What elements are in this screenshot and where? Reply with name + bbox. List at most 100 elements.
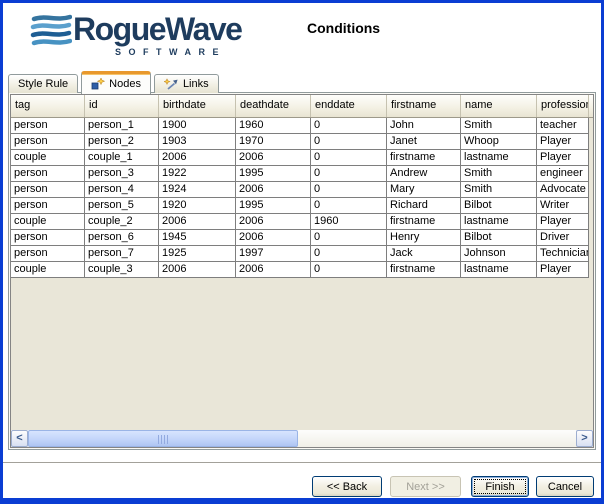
- table-cell[interactable]: person_7: [85, 246, 159, 262]
- table-cell[interactable]: firstname: [387, 214, 461, 230]
- table-cell[interactable]: 2006: [159, 150, 236, 166]
- table-cell[interactable]: 2006: [236, 230, 311, 246]
- table-cell[interactable]: Advocate: [537, 182, 589, 198]
- table-cell[interactable]: teacher: [537, 118, 589, 134]
- table-cell[interactable]: lastname: [461, 262, 537, 278]
- table-cell[interactable]: 2006: [236, 182, 311, 198]
- table-cell[interactable]: 0: [311, 166, 387, 182]
- column-header-id[interactable]: id: [85, 95, 159, 117]
- table-cell[interactable]: firstname: [387, 150, 461, 166]
- back-button[interactable]: << Back: [312, 476, 382, 497]
- table-cell[interactable]: Richard: [387, 198, 461, 214]
- table-cell[interactable]: 2006: [159, 262, 236, 278]
- table-cell[interactable]: person: [11, 230, 85, 246]
- table-cell[interactable]: Technician: [537, 246, 589, 262]
- table-cell[interactable]: Mary: [387, 182, 461, 198]
- table-row[interactable]: couplecouple_3200620060firstnamelastname…: [11, 262, 589, 278]
- column-header-enddate[interactable]: enddate: [311, 95, 387, 117]
- table-cell[interactable]: person_1: [85, 118, 159, 134]
- table-cell[interactable]: 1960: [236, 118, 311, 134]
- table-cell[interactable]: Driver: [537, 230, 589, 246]
- table-row[interactable]: personperson_2190319700JanetWhoopPlayer: [11, 134, 589, 150]
- table-cell[interactable]: 0: [311, 230, 387, 246]
- table-cell[interactable]: 2006: [236, 262, 311, 278]
- table-cell[interactable]: 0: [311, 262, 387, 278]
- table-cell[interactable]: 2006: [236, 150, 311, 166]
- table-cell[interactable]: 2006: [159, 214, 236, 230]
- column-header-profession[interactable]: profession: [537, 95, 589, 117]
- table-cell[interactable]: 0: [311, 198, 387, 214]
- table-cell[interactable]: Johnson: [461, 246, 537, 262]
- table-row[interactable]: personperson_7192519970JackJohnsonTechni…: [11, 246, 589, 262]
- table-cell[interactable]: person_6: [85, 230, 159, 246]
- horizontal-scrollbar[interactable]: < >: [11, 430, 593, 447]
- tab-style-rule[interactable]: Style Rule: [8, 74, 78, 93]
- table-cell[interactable]: lastname: [461, 214, 537, 230]
- table-cell[interactable]: 1924: [159, 182, 236, 198]
- table-cell[interactable]: Henry: [387, 230, 461, 246]
- column-header-tag[interactable]: tag: [11, 95, 85, 117]
- table-cell[interactable]: person: [11, 166, 85, 182]
- table-cell[interactable]: 1970: [236, 134, 311, 150]
- table-cell[interactable]: Player: [537, 150, 589, 166]
- table-cell[interactable]: engineer: [537, 166, 589, 182]
- table-cell[interactable]: 1903: [159, 134, 236, 150]
- table-cell[interactable]: person: [11, 198, 85, 214]
- table-cell[interactable]: couple: [11, 262, 85, 278]
- cancel-button[interactable]: Cancel: [536, 476, 594, 497]
- scroll-right-button[interactable]: >: [576, 430, 593, 447]
- tab-nodes[interactable]: Nodes: [81, 71, 151, 94]
- table-cell[interactable]: Writer: [537, 198, 589, 214]
- table-cell[interactable]: 1922: [159, 166, 236, 182]
- table-cell[interactable]: couple_3: [85, 262, 159, 278]
- table-cell[interactable]: 1900: [159, 118, 236, 134]
- table-cell[interactable]: person_2: [85, 134, 159, 150]
- table-cell[interactable]: 0: [311, 246, 387, 262]
- table-cell[interactable]: 1945: [159, 230, 236, 246]
- table-row[interactable]: personperson_4192420060MarySmithAdvocate: [11, 182, 589, 198]
- table-cell[interactable]: Smith: [461, 166, 537, 182]
- table-cell[interactable]: 1960: [311, 214, 387, 230]
- table-cell[interactable]: person: [11, 246, 85, 262]
- table-cell[interactable]: Whoop: [461, 134, 537, 150]
- table-row[interactable]: couplecouple_1200620060firstnamelastname…: [11, 150, 589, 166]
- table-cell[interactable]: person: [11, 182, 85, 198]
- table-cell[interactable]: lastname: [461, 150, 537, 166]
- table-cell[interactable]: Bilbot: [461, 198, 537, 214]
- table-cell[interactable]: 2006: [236, 214, 311, 230]
- table-cell[interactable]: couple_2: [85, 214, 159, 230]
- column-header-deathdate[interactable]: deathdate: [236, 95, 311, 117]
- table-cell[interactable]: 0: [311, 182, 387, 198]
- table-cell[interactable]: Player: [537, 262, 589, 278]
- table-cell[interactable]: Player: [537, 214, 589, 230]
- table-cell[interactable]: 0: [311, 118, 387, 134]
- table-cell[interactable]: John: [387, 118, 461, 134]
- table-row[interactable]: couplecouple_2200620061960firstnamelastn…: [11, 214, 589, 230]
- table-cell[interactable]: Andrew: [387, 166, 461, 182]
- table-cell[interactable]: 0: [311, 150, 387, 166]
- table-cell[interactable]: 1995: [236, 166, 311, 182]
- column-header-name[interactable]: name: [461, 95, 537, 117]
- table-cell[interactable]: couple: [11, 214, 85, 230]
- finish-button[interactable]: Finish: [471, 476, 529, 497]
- table-cell[interactable]: Smith: [461, 118, 537, 134]
- scroll-left-button[interactable]: <: [11, 430, 28, 447]
- tab-links[interactable]: Links: [154, 74, 219, 93]
- table-cell[interactable]: 1920: [159, 198, 236, 214]
- table-cell[interactable]: couple: [11, 150, 85, 166]
- table-cell[interactable]: person_3: [85, 166, 159, 182]
- table-cell[interactable]: Janet: [387, 134, 461, 150]
- table-cell[interactable]: couple_1: [85, 150, 159, 166]
- table-cell[interactable]: person: [11, 118, 85, 134]
- column-header-birthdate[interactable]: birthdate: [159, 95, 236, 117]
- table-cell[interactable]: 1925: [159, 246, 236, 262]
- table-cell[interactable]: Smith: [461, 182, 537, 198]
- table-cell[interactable]: Player: [537, 134, 589, 150]
- scrollbar-thumb[interactable]: [28, 430, 298, 447]
- table-row[interactable]: personperson_3192219950AndrewSmithengine…: [11, 166, 589, 182]
- table-cell[interactable]: 1997: [236, 246, 311, 262]
- table-cell[interactable]: person_5: [85, 198, 159, 214]
- table-cell[interactable]: person_4: [85, 182, 159, 198]
- table-cell[interactable]: Jack: [387, 246, 461, 262]
- column-header-firstname[interactable]: firstname: [387, 95, 461, 117]
